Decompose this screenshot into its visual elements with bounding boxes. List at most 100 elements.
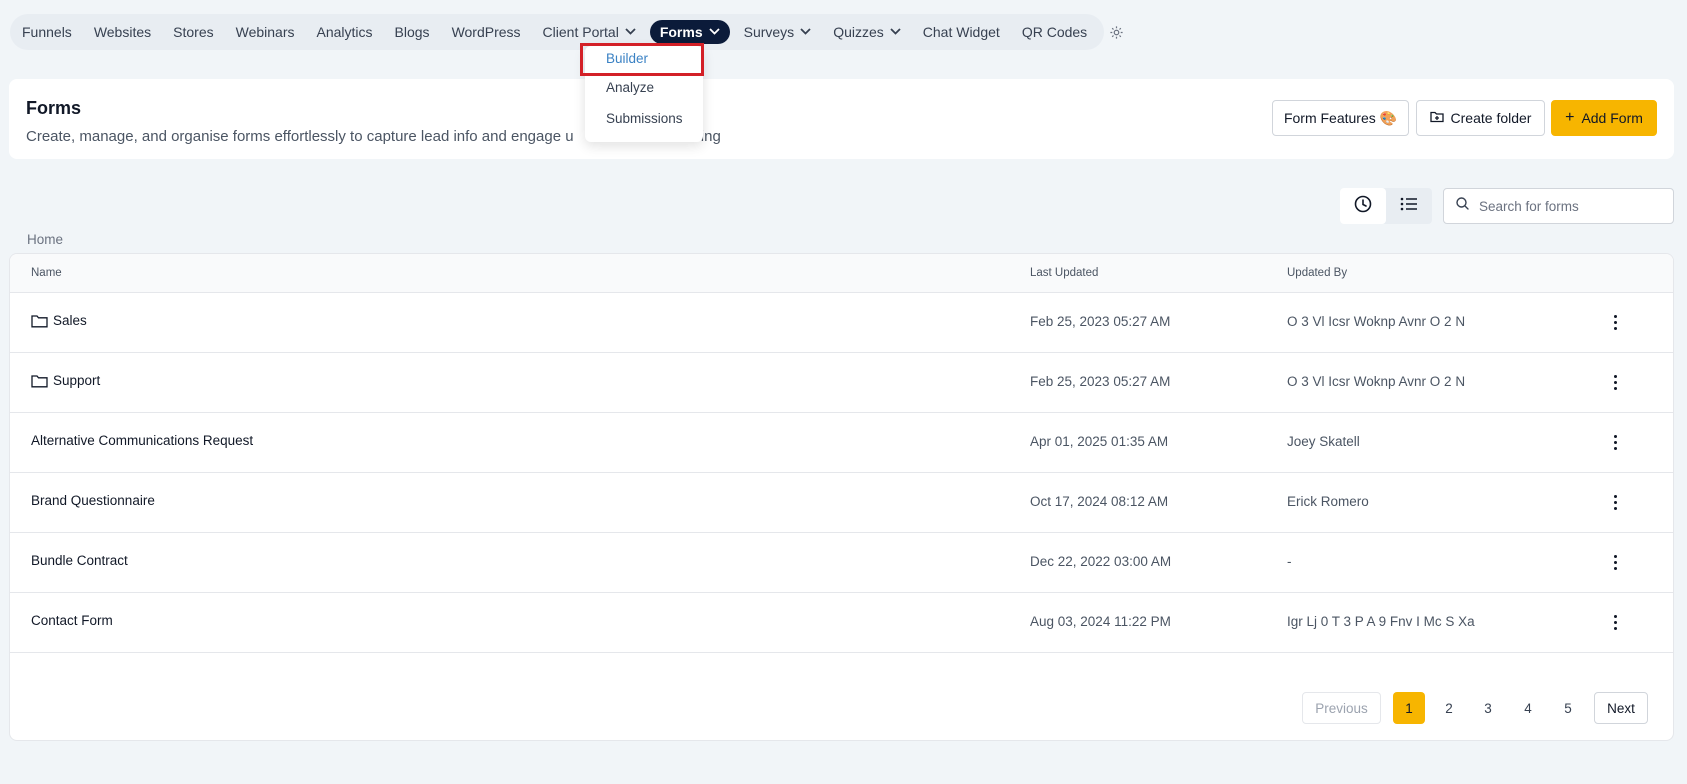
table-row[interactable]: Alternative Communications Request Apr 01… (10, 413, 1673, 473)
nav-item-webinars[interactable]: Webinars (236, 24, 295, 40)
row-name-text: Contact Form (31, 613, 113, 628)
table-row[interactable]: Sales Feb 25, 2023 05:27 AM O 3 Vl Icsr Wo… (10, 293, 1673, 353)
gear-icon[interactable] (1109, 24, 1124, 40)
nav-item-websites[interactable]: Websites (94, 24, 151, 40)
plus-icon: + (1565, 109, 1575, 126)
table-header: Name Last Updated Updated By (10, 254, 1673, 293)
dropdown-item-submissions[interactable]: Submissions (606, 111, 683, 126)
nav-item-label: Quizzes (833, 24, 884, 40)
page-button-3[interactable]: 3 (1472, 692, 1504, 724)
nav-item-label: Websites (93, 24, 152, 40)
row-actions-kebab-icon[interactable] (1607, 611, 1623, 633)
nav-item-stores[interactable]: Stores (173, 24, 213, 40)
table-row[interactable]: Contact Form Aug 03, 2024 11:22 PM Igr Lj … (10, 593, 1673, 653)
nav-item-label: Stores (173, 24, 214, 40)
column-header-updated-by[interactable]: Updated By (1287, 267, 1347, 279)
row-actions-kebab-icon[interactable] (1607, 311, 1623, 333)
view-toggle-group (1340, 188, 1432, 224)
next-page-button[interactable]: Next (1594, 692, 1648, 724)
chevron-down-icon (800, 26, 811, 38)
chevron-down-icon (890, 26, 901, 38)
row-updated-by: O 3 Vl Icsr Woknp Avnr O 2 N (1287, 374, 1466, 389)
nav-item-label: Webinars (235, 24, 295, 40)
nav-item-surveys[interactable]: Surveys (744, 24, 812, 40)
page-button-2[interactable]: 2 (1433, 692, 1465, 724)
search-box (1443, 188, 1674, 224)
previous-page-button[interactable]: Previous (1302, 692, 1381, 724)
row-last-updated: Feb 25, 2023 05:27 AM (1030, 314, 1171, 329)
page-description-text: Create, manage, and organise forms effor… (26, 128, 574, 145)
table-row[interactable]: Support Feb 25, 2023 05:27 AM O 3 Vl Icsr … (10, 353, 1673, 413)
row-name[interactable]: Contact Form (31, 613, 113, 628)
row-actions-kebab-icon[interactable] (1607, 551, 1623, 573)
row-last-updated: Aug 03, 2024 11:22 PM (1030, 614, 1171, 629)
row-name[interactable]: Support (31, 373, 100, 388)
column-header-last-updated[interactable]: Last Updated (1030, 267, 1098, 279)
row-updated-by: Erick Romero (1287, 494, 1369, 509)
top-nav: Funnels Websites Stores Webinars Analytics Bl… (10, 14, 1123, 50)
chevron-down-icon (708, 26, 720, 38)
dropdown-item-builder[interactable]: Builder (606, 51, 648, 66)
nav-item-wordpress[interactable]: WordPress (452, 24, 521, 40)
row-actions-kebab-icon[interactable] (1607, 491, 1623, 513)
row-updated-by: Igr Lj 0 T 3 P A 9 Fnv I Mc S Xa (1287, 614, 1475, 629)
row-name-text: Sales (53, 313, 87, 328)
breadcrumb[interactable]: Home (27, 232, 63, 247)
form-features-button[interactable]: Form Features 🎨 (1272, 100, 1409, 136)
dropdown-item-analyze[interactable]: Analyze (606, 80, 654, 95)
nav-item-label: Funnels (22, 24, 72, 40)
add-form-label: Add Form (1581, 110, 1643, 126)
forms-dropdown-menu: Builder Analyze Submissions (585, 46, 703, 142)
create-folder-button[interactable]: Create folder (1416, 100, 1545, 136)
page-title: Forms (26, 98, 82, 118)
row-name[interactable]: Alternative Communications Request (31, 433, 253, 448)
row-name-text: Brand Questionnaire (31, 493, 155, 508)
nav-item-client-portal[interactable]: Client Portal (543, 24, 636, 40)
page-button-5[interactable]: 5 (1552, 692, 1584, 724)
row-name[interactable]: Sales (31, 313, 87, 328)
clock-icon (1354, 195, 1372, 218)
row-last-updated: Feb 25, 2023 05:27 AM (1030, 374, 1171, 389)
row-updated-by: - (1287, 554, 1292, 569)
nav-item-label: Chat Widget (922, 24, 1000, 40)
recent-view-button[interactable] (1340, 188, 1386, 224)
row-name[interactable]: Brand Questionnaire (31, 493, 155, 508)
row-last-updated: Apr 01, 2025 01:35 AM (1030, 434, 1169, 449)
nav-item-forms[interactable]: Forms (649, 20, 730, 44)
row-name-text: Bundle Contract (31, 553, 128, 568)
folder-plus-icon (1429, 110, 1444, 126)
nav-item-chat-widget[interactable]: Chat Widget (923, 24, 1000, 40)
form-features-label: Form Features 🎨 (1283, 109, 1398, 126)
nav-item-qr-codes[interactable]: QR Codes (1022, 24, 1087, 40)
nav-item-funnels[interactable]: Funnels (22, 24, 72, 40)
row-last-updated: Oct 17, 2024 08:12 AM (1030, 494, 1169, 509)
row-name[interactable]: Bundle Contract (31, 553, 128, 568)
page-button-4[interactable]: 4 (1512, 692, 1544, 724)
list-view-button[interactable] (1386, 188, 1432, 224)
page-button-1[interactable]: 1 (1393, 692, 1425, 724)
nav-item-label: Forms (659, 24, 703, 40)
nav-item-label: Analytics (316, 24, 373, 40)
chevron-down-icon (625, 26, 636, 38)
create-folder-label: Create folder (1450, 110, 1532, 126)
row-name-text: Alternative Communications Request (31, 433, 254, 448)
nav-item-label: QR Codes (1021, 24, 1088, 40)
search-icon (1456, 197, 1469, 215)
row-actions-kebab-icon[interactable] (1607, 371, 1623, 393)
nav-item-quizzes[interactable]: Quizzes (833, 24, 901, 40)
nav-item-analytics[interactable]: Analytics (317, 24, 373, 40)
folder-icon (31, 314, 48, 328)
nav-item-blogs[interactable]: Blogs (395, 24, 430, 40)
nav-item-label: Blogs (394, 24, 430, 40)
column-header-name[interactable]: Name (31, 267, 62, 279)
table-row[interactable]: Bundle Contract Dec 22, 2022 03:00 AM - (10, 533, 1673, 593)
row-updated-by: O 3 Vl Icsr Woknp Avnr O 2 N (1287, 314, 1466, 329)
table-row[interactable]: Brand Questionnaire Oct 17, 2024 08:12 AM… (10, 473, 1673, 533)
search-input[interactable] (1477, 197, 1661, 215)
add-form-button[interactable]: + Add Form (1551, 100, 1657, 136)
nav-item-label: WordPress (451, 24, 521, 40)
row-updated-by: Joey Skatell (1287, 434, 1360, 449)
row-actions-kebab-icon[interactable] (1607, 431, 1623, 453)
nav-item-label: Client Portal (542, 24, 619, 40)
forms-table: Name Last Updated Updated By Sales Feb 25… (9, 253, 1674, 741)
